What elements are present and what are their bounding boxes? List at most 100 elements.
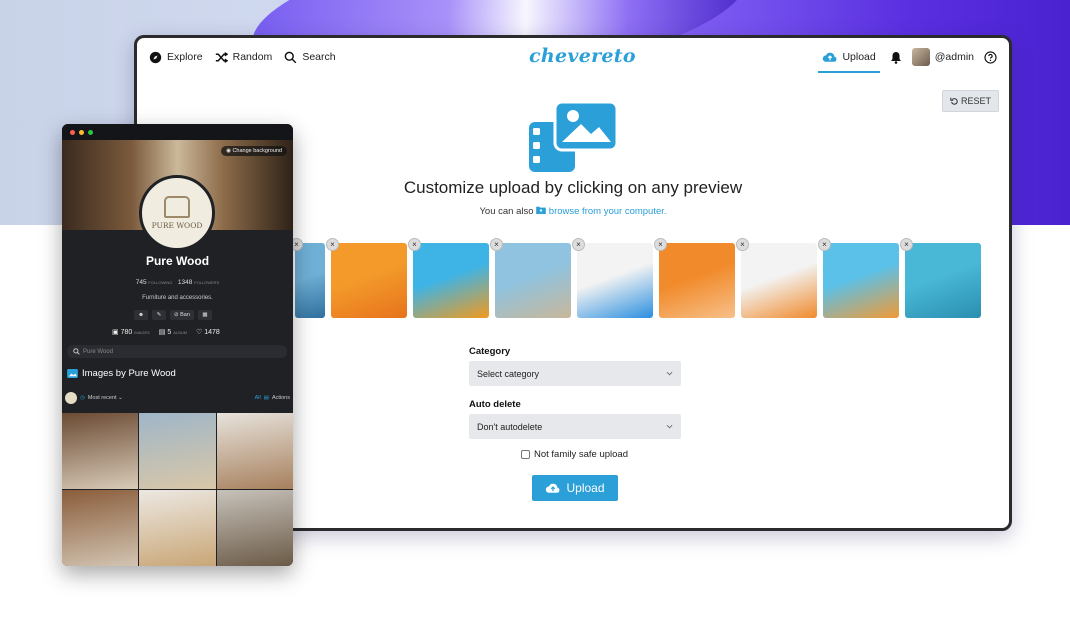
upload-previews: × × × × × × × × × [290, 238, 981, 319]
chevron-down-icon [666, 424, 673, 429]
upload-form: Category Select category Auto delete Don… [469, 346, 681, 452]
upload-preview[interactable]: × [900, 238, 981, 318]
remove-preview-button[interactable]: × [736, 238, 749, 251]
albums-count-group[interactable]: ▤ 5 ALBUM [159, 328, 187, 336]
images-count: 780 [120, 329, 133, 336]
album-icon: ▤ [158, 329, 166, 336]
nsfw-option: Not family safe upload [521, 449, 628, 460]
following-count[interactable]: 745 [136, 279, 147, 286]
minimize-dot[interactable] [79, 129, 84, 135]
upload-preview[interactable]: × [736, 238, 817, 318]
profile-logo: PURE WOOD [139, 175, 215, 251]
ban-button[interactable]: ⊘ Ban [170, 310, 194, 320]
sort-right: All ▤ Actions [255, 395, 290, 401]
profile-name: Pure Wood [145, 254, 210, 268]
user-menu[interactable]: @admin [911, 48, 974, 66]
cloud-upload-icon [823, 52, 837, 62]
images-label: IMAGES [134, 330, 150, 335]
nav-explore[interactable]: Explore [149, 51, 203, 64]
upload-preview[interactable]: × [818, 238, 899, 318]
search-icon [284, 51, 297, 63]
images-icon [67, 369, 78, 378]
upload-button-label: Upload [566, 481, 605, 495]
nav-search[interactable]: Search [284, 51, 336, 64]
profile-titlebar [62, 124, 293, 140]
nav-search-label: Search [302, 51, 336, 63]
clock-icon: ◷ [80, 395, 85, 401]
autodelete-select[interactable]: Don't autodelete [469, 414, 681, 439]
grid-image[interactable] [217, 413, 293, 489]
grid-image[interactable] [139, 490, 216, 566]
upload-preview[interactable]: × [290, 238, 325, 318]
profile-follow-stats: 745 FOLLOWING 1348 FOLLOWERS [62, 279, 293, 286]
category-value: Select category [477, 368, 540, 379]
remove-preview-button[interactable]: × [408, 238, 421, 251]
actions-link[interactable]: Actions [272, 395, 290, 401]
site-logo[interactable]: chevereto [529, 45, 636, 67]
upload-preview[interactable]: × [654, 238, 735, 318]
shuffle-icon [215, 51, 228, 63]
followers-count[interactable]: 1348 [178, 279, 192, 286]
remove-preview-button[interactable]: × [654, 238, 667, 251]
cloud-upload-icon [546, 483, 560, 493]
upload-preview[interactable]: × [490, 238, 571, 318]
close-dot[interactable] [70, 129, 75, 135]
browse-link[interactable]: browse from your computer. [549, 206, 667, 217]
ban-icon: ⊘ [174, 312, 179, 318]
grid-image[interactable] [62, 413, 138, 489]
upload-preview[interactable]: × [408, 238, 489, 318]
grid-image[interactable] [217, 490, 293, 566]
user-plus-icon: ☻ [138, 312, 144, 318]
follow-button[interactable]: ☻ [134, 310, 148, 320]
grid-image[interactable] [62, 490, 138, 566]
albums-label: ALBUM [173, 330, 187, 335]
remove-preview-button[interactable]: × [572, 238, 585, 251]
marketing-stage: Explore Random Search chevereto Upload @ [0, 0, 1070, 629]
chair-icon [164, 196, 190, 218]
likes-count-group[interactable]: ♡ 1478 [196, 328, 220, 336]
images-count-group[interactable]: ▣ 780 IMAGES [112, 328, 150, 336]
reset-button[interactable]: RESET [941, 90, 999, 112]
delete-button[interactable]: ▩ [197, 310, 212, 320]
maximize-dot[interactable] [88, 129, 93, 135]
upload-button[interactable]: Upload [532, 475, 618, 501]
remove-preview-button[interactable]: × [900, 238, 913, 251]
trash-icon: ▩ [202, 312, 208, 318]
followers-label: FOLLOWERS [194, 280, 220, 285]
profile-window: ◉ Change background PURE WOOD Pure Wood … [62, 124, 293, 566]
actions-icon: ▤ [263, 395, 269, 401]
search-icon [73, 348, 80, 355]
hero-subtitle-prefix: You can also [479, 206, 534, 217]
images-icon [529, 102, 619, 172]
nsfw-checkbox[interactable] [521, 450, 530, 459]
profile-image-grid [62, 413, 293, 566]
select-all-link[interactable]: All [255, 395, 261, 401]
upload-preview[interactable]: × [572, 238, 653, 318]
remove-preview-button[interactable]: × [490, 238, 503, 251]
remove-preview-button[interactable]: × [818, 238, 831, 251]
chevron-down-icon [666, 371, 673, 376]
change-background-button[interactable]: ◉ Change background [221, 146, 287, 156]
nsfw-label: Not family safe upload [534, 449, 628, 460]
nav-random-label: Random [232, 51, 273, 63]
image-icon: ▣ [112, 329, 119, 336]
category-select[interactable]: Select category [469, 361, 681, 386]
edit-button[interactable]: ✎ [152, 310, 166, 320]
nav-random[interactable]: Random [215, 51, 273, 64]
grid-image[interactable] [139, 413, 216, 489]
profile-counts: ▣ 780 IMAGES ▤ 5 ALBUM ♡ 1478 [112, 328, 220, 336]
profile-sort-bar: ◷ Most recent ⌄ All ▤ Actions [65, 392, 290, 404]
edit-icon: ✎ [156, 312, 162, 318]
sort-dropdown[interactable]: Most recent ⌄ [88, 395, 123, 401]
user-handle: @admin [934, 51, 974, 63]
help-icon[interactable] [984, 50, 997, 64]
remove-preview-button[interactable]: × [326, 238, 339, 251]
profile-search-input[interactable]: Pure Wood [67, 345, 287, 358]
heart-icon: ♡ [196, 329, 203, 336]
profile-images-title: Images by Pure Wood [82, 368, 176, 379]
bell-icon[interactable] [890, 51, 902, 64]
nav-upload[interactable]: Upload [818, 38, 881, 76]
reset-label: RESET [960, 96, 991, 106]
upload-preview[interactable]: × [326, 238, 407, 318]
nav-explore-label: Explore [167, 51, 203, 63]
